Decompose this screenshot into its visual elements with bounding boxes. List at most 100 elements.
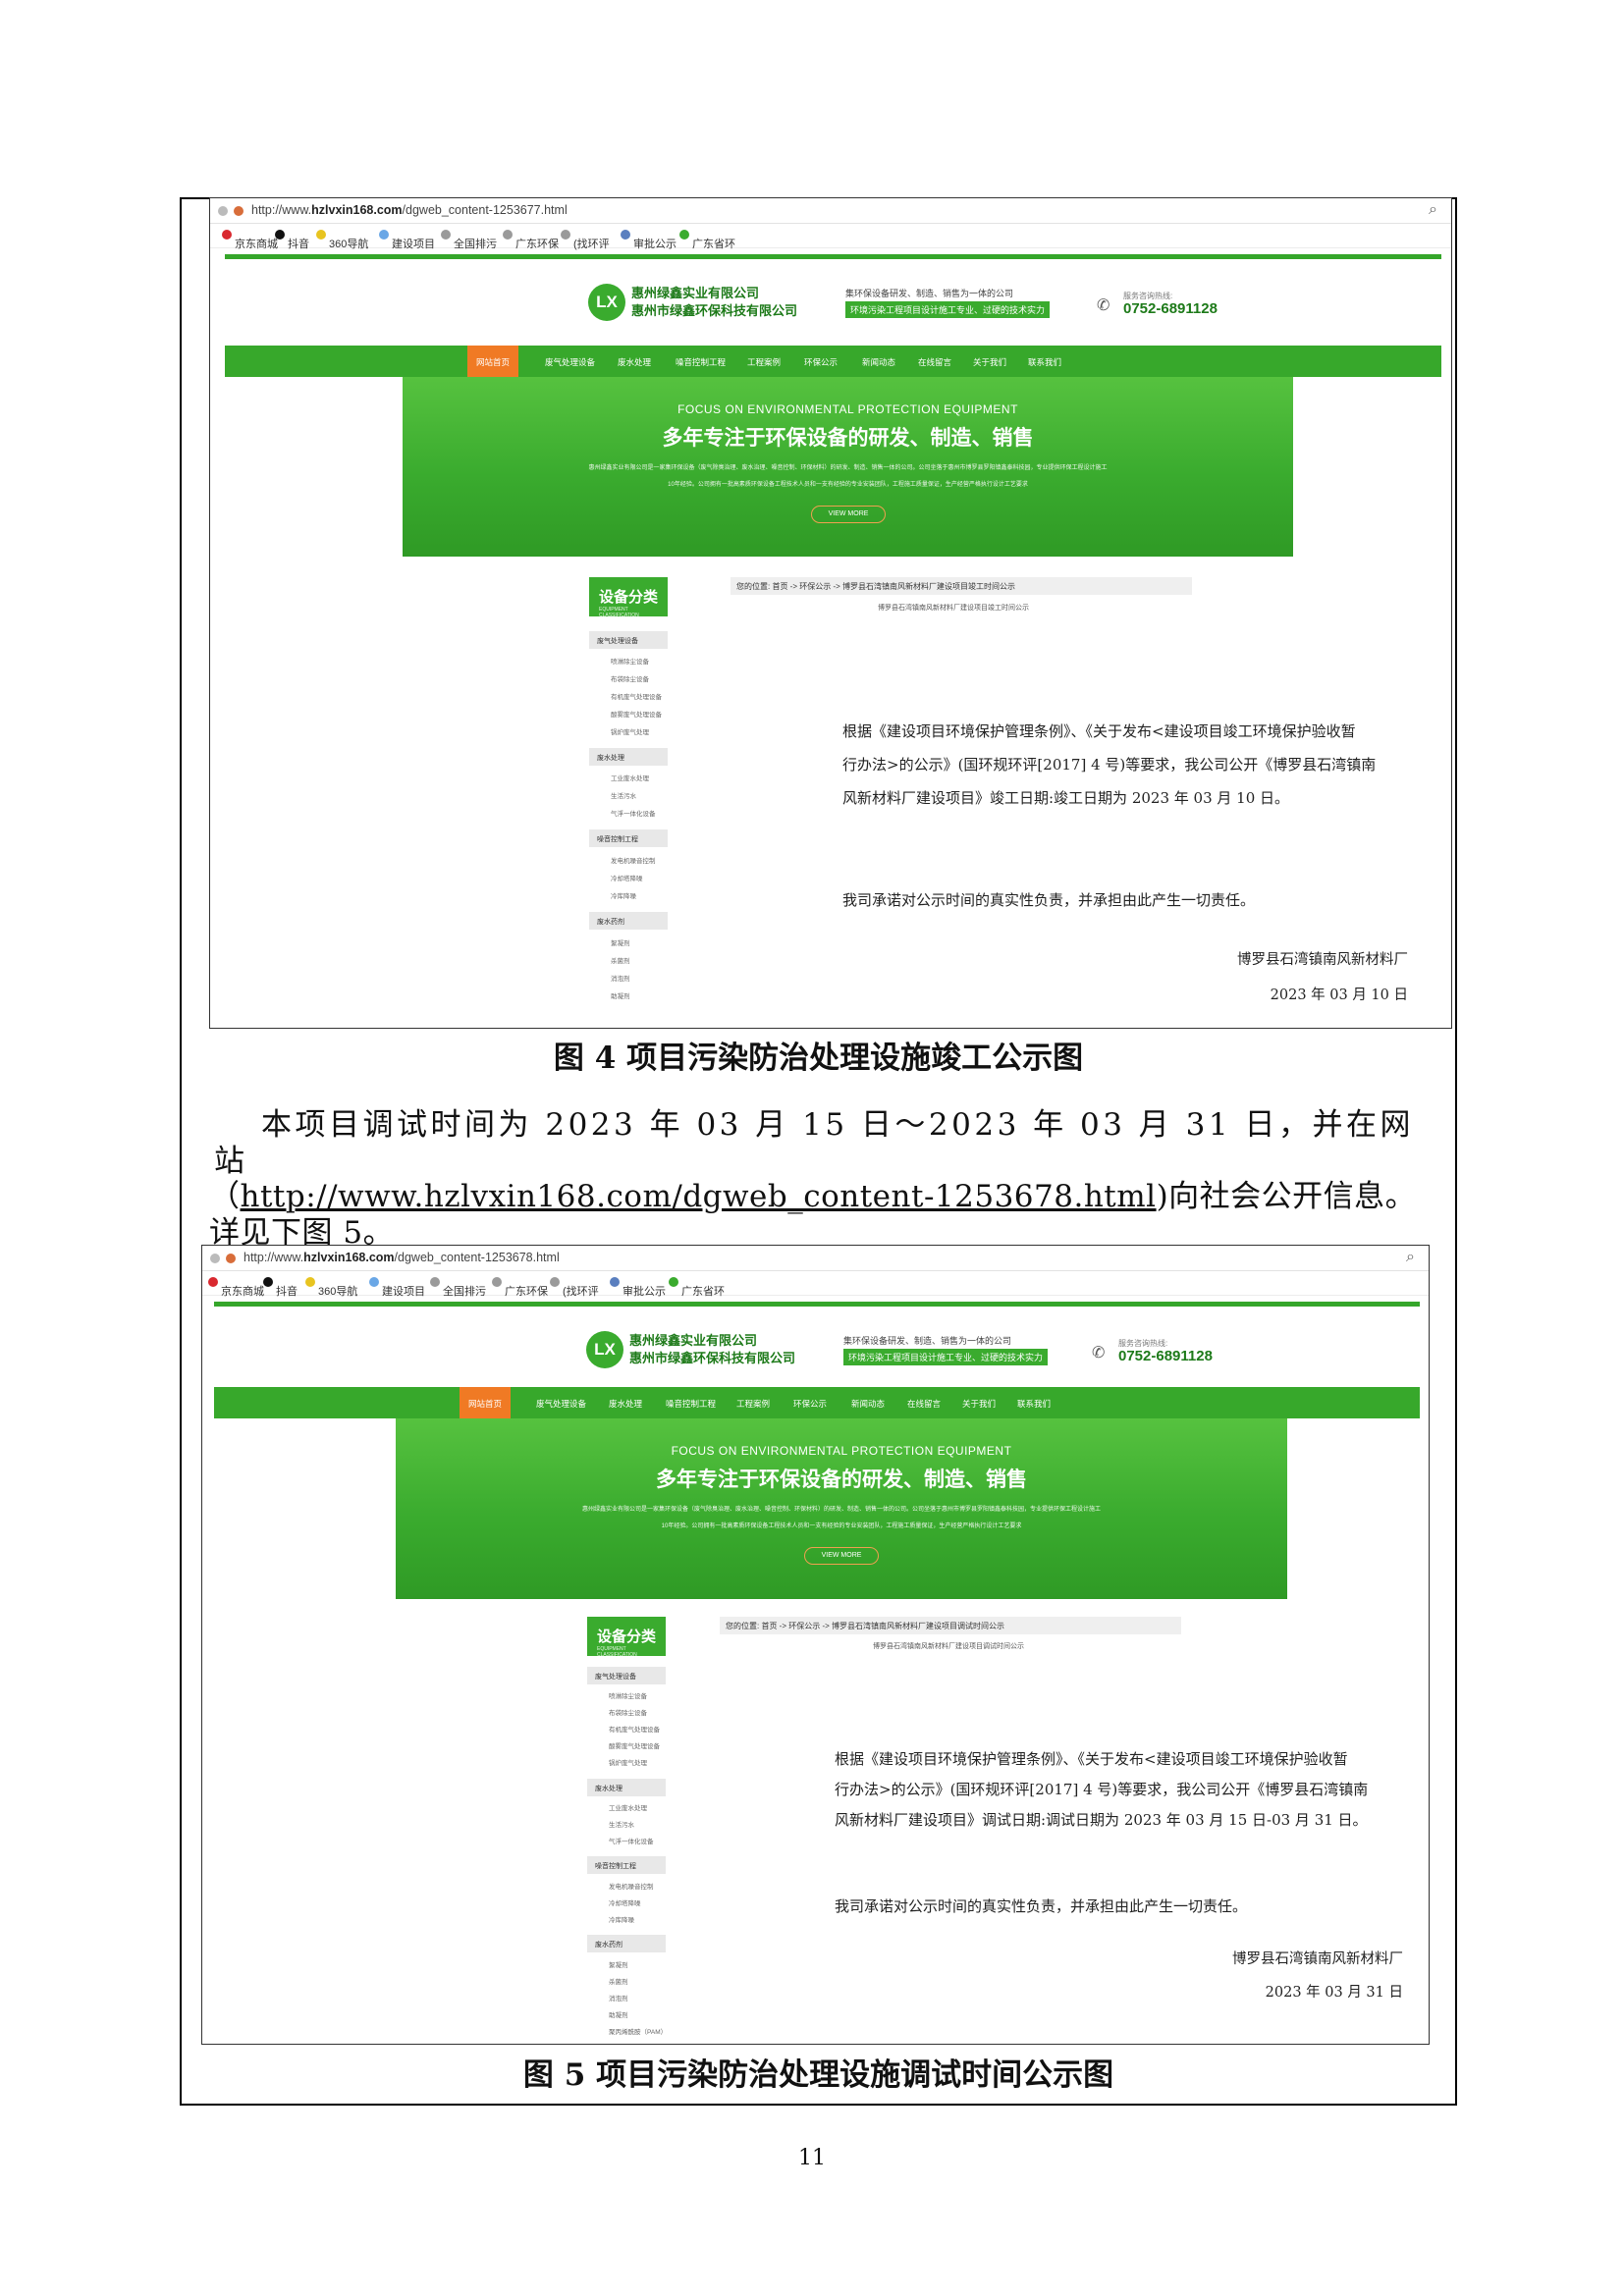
nav-item-news[interactable]: 新闻动态 (862, 356, 895, 368)
bookmark-label: 广东环保 (515, 239, 559, 250)
globe-icon (550, 1277, 560, 1287)
nav-item-notice[interactable]: 环保公示 (793, 1398, 827, 1410)
bookmark-item[interactable]: 京东商城 (222, 230, 278, 250)
sidebar-item[interactable]: 消泡剂 (611, 973, 630, 983)
sidebar-item[interactable]: 杀菌剂 (611, 955, 630, 965)
bookmark-item[interactable]: (找环评 (550, 1277, 599, 1298)
sidebar-item[interactable]: 冷库降噪 (611, 890, 636, 900)
back-icon[interactable] (210, 1254, 220, 1263)
nav-item-cases[interactable]: 工程案例 (736, 1398, 770, 1410)
nav-item-home[interactable]: 网站首页 (460, 1387, 512, 1418)
sidebar-item[interactable]: 发电机噪音控制 (609, 1881, 654, 1891)
bookmark-item[interactable]: 抖音 (275, 230, 309, 250)
nav-item-exhaust[interactable]: 废气处理设备 (536, 1398, 586, 1410)
bookmark-label: 审批公示 (623, 1286, 666, 1298)
nav-item-message[interactable]: 在线留言 (907, 1398, 941, 1410)
page-number: 11 (798, 2146, 826, 2170)
bookmark-item[interactable]: 广东环保 (492, 1277, 548, 1298)
nav-item-about[interactable]: 关于我们 (962, 1398, 996, 1410)
search-icon[interactable]: ⌕ (1406, 1249, 1415, 1266)
bookmark-item[interactable]: 建设项目 (369, 1277, 425, 1298)
nav-item-noise[interactable]: 噪音控制工程 (666, 1398, 716, 1410)
company-logo[interactable]: LX (586, 1331, 623, 1368)
sidebar-item[interactable]: 助凝剂 (611, 990, 630, 1000)
sidebar-item[interactable]: 酸雾废气处理设备 (611, 709, 662, 719)
nav-item-home[interactable]: 网站首页 (467, 346, 519, 377)
sidebar-item[interactable]: 聚丙烯酰胺（PAM） (609, 2026, 667, 2036)
sidebar-item[interactable]: 喷淋除尘设备 (609, 1690, 647, 1700)
sidebar-item[interactable]: 生活污水 (611, 790, 636, 800)
nav-item-message[interactable]: 在线留言 (918, 356, 951, 368)
sidebar-item[interactable]: 酸雾废气处理设备 (609, 1740, 660, 1750)
paragraph-line-2: （http://www.hzlvxin168.com/dgweb_content… (209, 1179, 1436, 1252)
nav-item-contact[interactable]: 联系我们 (1017, 1398, 1051, 1410)
bookmark-item[interactable]: 建设项目 (379, 230, 435, 250)
sidebar-item[interactable]: 冷库降噪 (609, 1914, 634, 1924)
sidebar-item[interactable]: 工业废水处理 (611, 773, 649, 782)
sidebar-category[interactable]: 废气处理设备 (589, 631, 668, 649)
bookmark-item[interactable]: 全国排污 (430, 1277, 486, 1298)
sidebar-category[interactable]: 噪音控制工程 (589, 829, 668, 847)
nav-item-cases[interactable]: 工程案例 (747, 356, 781, 368)
sidebar-item[interactable]: 布袋除尘设备 (611, 673, 649, 683)
sidebar-item[interactable]: 生活污水 (609, 1819, 634, 1829)
nav-item-notice[interactable]: 环保公示 (804, 356, 838, 368)
sidebar-category[interactable]: 废水处理 (589, 748, 668, 766)
bookmark-item[interactable]: 全国排污 (441, 230, 497, 250)
nav-item-news[interactable]: 新闻动态 (851, 1398, 885, 1410)
sidebar-item[interactable]: 喷淋除尘设备 (611, 656, 649, 666)
nav-item-wastewater[interactable]: 废水处理 (609, 1398, 642, 1410)
sidebar-item[interactable]: 絮凝剂 (611, 937, 630, 947)
sidebar-item[interactable]: 发电机噪音控制 (611, 855, 656, 865)
bookmark-item[interactable]: (找环评 (561, 230, 610, 250)
sidebar-item[interactable]: 冷却塔降噪 (611, 873, 643, 882)
view-more-button[interactable]: VIEW MORE (804, 1547, 879, 1565)
bookmark-item[interactable]: 广东省环 (669, 1277, 725, 1298)
sidebar-item[interactable]: 助凝剂 (609, 2009, 628, 2019)
website-link[interactable]: http://www.hzlvxin168.com/dgweb_content-… (241, 1179, 1157, 1214)
search-icon[interactable]: ⌕ (1429, 201, 1437, 219)
bookmark-item[interactable]: 360导航 (305, 1277, 357, 1298)
back-icon[interactable] (218, 206, 228, 216)
nav-item-about[interactable]: 关于我们 (973, 356, 1006, 368)
sidebar-item[interactable]: 气浮一体化设备 (609, 1836, 654, 1845)
bookmark-item[interactable]: 审批公示 (621, 230, 677, 250)
nav-item-wastewater[interactable]: 废水处理 (618, 356, 651, 368)
bookmark-item[interactable]: 抖音 (263, 1277, 298, 1298)
view-more-button[interactable]: VIEW MORE (811, 506, 886, 523)
sidebar-item[interactable]: 絮凝剂 (609, 1959, 628, 1969)
sidebar-item[interactable]: 有机废气处理设备 (609, 1724, 660, 1734)
bookmark-label: 京东商城 (221, 1286, 264, 1298)
sidebar-item[interactable]: 气浮一体化设备 (611, 808, 656, 818)
sidebar-item[interactable]: 工业废水处理 (609, 1802, 647, 1812)
sidebar-item[interactable]: 杀菌剂 (609, 1976, 628, 1986)
address-bar[interactable]: http://www.hzlvxin168.com/dgweb_content-… (202, 1246, 1429, 1271)
bookmark-item[interactable]: 广东省环 (679, 230, 735, 250)
sidebar-item[interactable]: 锅炉废气处理 (611, 726, 649, 736)
sidebar-category[interactable]: 噪音控制工程 (587, 1856, 666, 1874)
sidebar-category[interactable]: 废水药剂 (589, 912, 668, 930)
sidebar-item[interactable]: 有机废气处理设备 (611, 691, 662, 701)
promise-text: 我司承诺对公示时间的真实性负责，并承担由此产生一切责任。 (842, 891, 1256, 909)
sidebar-item[interactable]: 布袋除尘设备 (609, 1707, 647, 1717)
sidebar-item[interactable]: 消泡剂 (609, 1993, 628, 2002)
nav-item-contact[interactable]: 联系我们 (1028, 356, 1061, 368)
sidebar-category[interactable]: 废水药剂 (587, 1935, 666, 1952)
nav-item-noise[interactable]: 噪音控制工程 (676, 356, 726, 368)
company-logo[interactable]: LX (588, 284, 625, 321)
notice-line: 风新材料厂建设项目》调试日期:调试日期为 2023 年 03 月 15 日-03… (835, 1811, 1368, 1829)
url-text[interactable]: http://www.hzlvxin168.com/dgweb_content-… (244, 1251, 560, 1264)
bookmark-item[interactable]: 360导航 (316, 230, 368, 250)
sidebar-category[interactable]: 废气处理设备 (587, 1667, 666, 1684)
sidebar-item[interactable]: 锅炉废气处理 (609, 1757, 647, 1767)
bookmark-item[interactable]: 京东商城 (208, 1277, 264, 1298)
globe-icon (561, 230, 570, 240)
url-text[interactable]: http://www.hzlvxin168.com/dgweb_content-… (251, 203, 568, 217)
nav-item-exhaust[interactable]: 废气处理设备 (545, 356, 595, 368)
bookmark-item[interactable]: 广东环保 (503, 230, 559, 250)
bookmark-item[interactable]: 审批公示 (610, 1277, 666, 1298)
sidebar-item[interactable]: 冷却塔降噪 (609, 1897, 641, 1907)
bookmarks-bar: 京东商城 抖音 360导航 建设项目 全国排污 广东环保 (找环评 审批公示 广… (202, 1271, 1429, 1298)
sidebar-category[interactable]: 废水处理 (587, 1779, 666, 1796)
address-bar[interactable]: http://www.hzlvxin168.com/dgweb_content-… (210, 198, 1451, 224)
